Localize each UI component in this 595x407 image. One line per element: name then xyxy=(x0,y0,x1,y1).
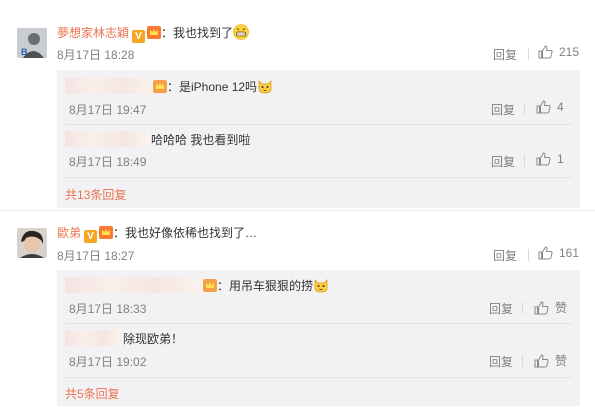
reply-button[interactable]: 回复 xyxy=(491,101,515,118)
like-button[interactable]: 4 xyxy=(536,100,564,114)
reply-item: ：是iPhone 12吗 8月17日 19:47 回复 4 xyxy=(57,70,580,124)
thumbs-up-icon xyxy=(536,100,551,114)
comment-item: B 夢想家林志穎 V ：我也找到了 8月17日 18:28 回复 215 ：是iPh… xyxy=(0,0,595,210)
comment-text: ：我也好像依稀也找到了… xyxy=(113,226,258,240)
blurred-username xyxy=(65,131,151,147)
crown-badge-icon xyxy=(203,279,217,292)
comment-timestamp: 8月17日 18:28 xyxy=(57,48,135,62)
crown-badge-icon xyxy=(153,80,167,93)
more-replies-link[interactable]: 共5条回复 xyxy=(65,385,120,402)
reply-button[interactable]: 回复 xyxy=(493,247,517,264)
like-count: 4 xyxy=(557,100,564,114)
username[interactable]: 夢想家林志穎 xyxy=(57,26,129,40)
reply-item: 除现欧弟！ 8月17日 19:02 回复 赞 xyxy=(57,324,580,376)
reply-line: ：是iPhone 12吗 xyxy=(65,78,273,95)
divider xyxy=(524,103,525,115)
comment-line: 歐弟 V ：我也好像依稀也找到了… xyxy=(57,225,257,243)
like-button[interactable]: 赞 xyxy=(534,352,567,369)
like-button[interactable]: 赞 xyxy=(534,299,567,316)
reply-list: ：用吊车狠狠的捞 8月17日 18:33 回复 赞 除现欧弟！ 8月17日 19… xyxy=(57,270,580,406)
reply-text: ：是iPhone 12吗 xyxy=(167,80,258,94)
reply-button[interactable]: 回复 xyxy=(489,300,513,317)
like-count: 赞 xyxy=(555,301,568,315)
comment-item: 歐弟 V ：我也好像依稀也找到了… 8月17日 18:27 回复 161 ：用吊车狠… xyxy=(0,211,595,407)
blurred-username xyxy=(65,277,203,293)
divider xyxy=(65,377,572,378)
reply-button[interactable]: 回复 xyxy=(491,153,515,170)
like-count: 赞 xyxy=(555,354,568,368)
comment-text: ：我也找到了 xyxy=(161,26,234,40)
cat-emoji-icon xyxy=(313,277,329,293)
reply-item: 哈哈哈 我也看到啦 8月17日 18:49 回复 1 xyxy=(57,125,580,177)
comment-line: 夢想家林志穎 V ：我也找到了 xyxy=(57,24,249,43)
thumbs-up-icon xyxy=(538,246,553,260)
reply-button[interactable]: 回复 xyxy=(489,353,513,370)
blurred-username xyxy=(65,330,123,346)
like-count: 161 xyxy=(559,246,580,260)
thumbs-up-icon xyxy=(536,152,551,166)
reply-text: 哈哈哈 我也看到啦 xyxy=(151,133,251,147)
thumbs-up-icon xyxy=(534,353,549,367)
comment-timestamp: 8月17日 18:27 xyxy=(57,249,135,263)
verified-badge-icon: V xyxy=(84,230,98,243)
svg-text:B: B xyxy=(21,47,28,57)
divider xyxy=(524,155,525,167)
reply-line: 哈哈哈 我也看到啦 xyxy=(65,131,250,148)
reply-line: ：用吊车狠狠的捞 xyxy=(65,277,329,294)
like-button[interactable]: 215 xyxy=(538,45,579,59)
reply-line: 除现欧弟！ xyxy=(65,330,183,347)
like-button[interactable]: 1 xyxy=(536,152,564,166)
like-count: 1 xyxy=(557,152,564,166)
reply-timestamp: 8月17日 18:49 xyxy=(69,155,147,169)
divider xyxy=(522,355,523,367)
grin-emoji-icon xyxy=(233,24,249,40)
reply-timestamp: 8月17日 19:47 xyxy=(69,103,147,117)
thumbs-up-icon xyxy=(538,45,553,59)
crown-badge-icon xyxy=(99,226,114,239)
reply-text: ：用吊车狠狠的捞 xyxy=(217,279,314,293)
avatar[interactable] xyxy=(17,228,47,258)
verified-badge-icon: V xyxy=(132,30,146,43)
crown-badge-icon xyxy=(147,26,162,39)
reply-button[interactable]: 回复 xyxy=(493,46,517,63)
reply-timestamp: 8月17日 19:02 xyxy=(69,355,147,369)
divider xyxy=(522,302,523,314)
cat-emoji-icon xyxy=(257,78,273,94)
like-count: 215 xyxy=(559,45,580,59)
blurred-username xyxy=(65,78,153,94)
like-button[interactable]: 161 xyxy=(538,246,579,260)
thumbs-up-icon xyxy=(534,300,549,314)
reply-text: 除现欧弟！ xyxy=(123,332,184,346)
avatar[interactable]: B xyxy=(17,28,47,58)
reply-list: ：是iPhone 12吗 8月17日 19:47 回复 4 哈哈哈 我也看到啦 … xyxy=(57,70,580,208)
reply-timestamp: 8月17日 18:33 xyxy=(69,302,147,316)
divider xyxy=(65,177,572,178)
reply-item: ：用吊车狠狠的捞 8月17日 18:33 回复 赞 xyxy=(57,270,580,322)
divider xyxy=(528,249,529,261)
more-replies-link[interactable]: 共13条回复 xyxy=(65,186,126,203)
username[interactable]: 歐弟 xyxy=(57,226,81,240)
divider xyxy=(528,48,529,60)
